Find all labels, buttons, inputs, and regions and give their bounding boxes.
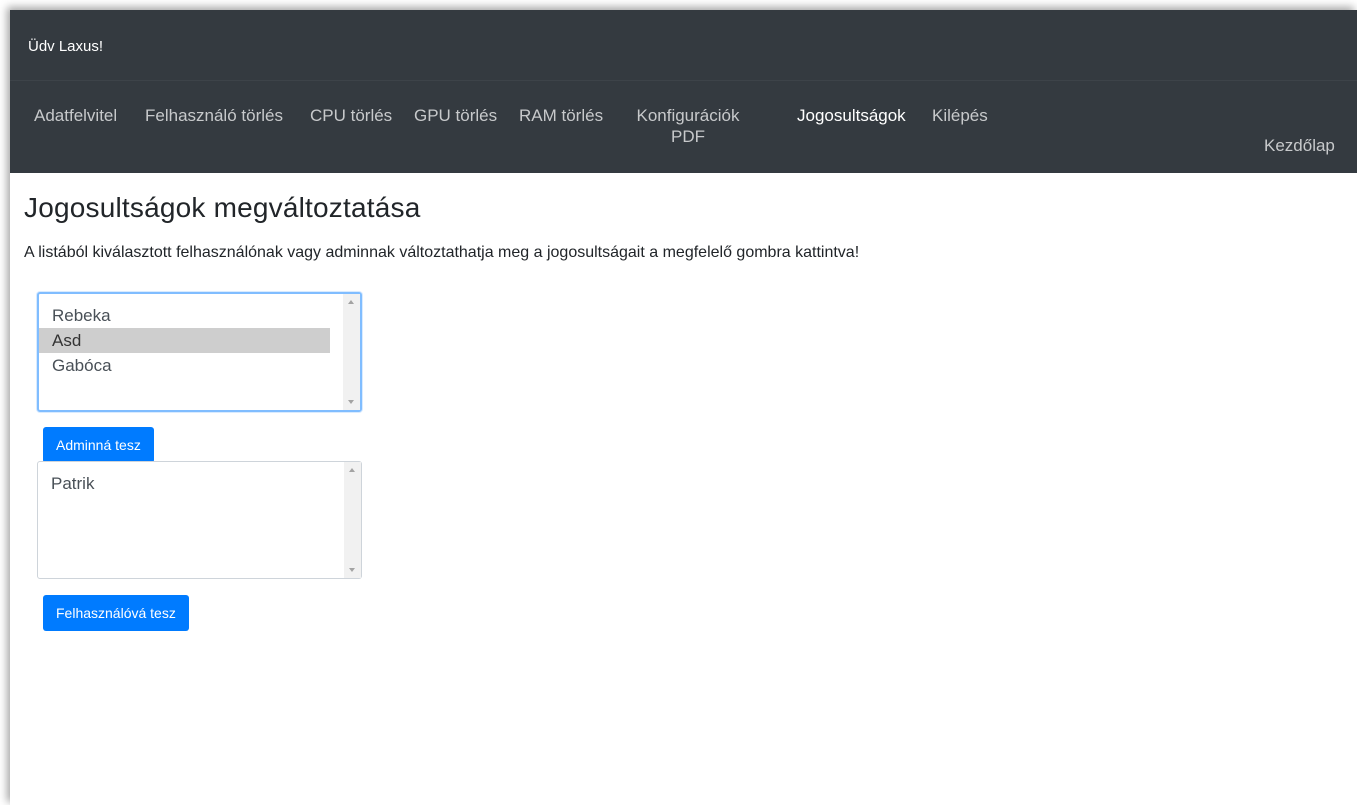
list-item[interactable]: Rebeka <box>39 303 330 328</box>
page-description: A listából kiválasztott felhasználónak v… <box>24 244 860 261</box>
nav-item-kilepes[interactable]: Kilépés <box>932 105 988 126</box>
list-item[interactable]: Patrik <box>38 471 331 496</box>
page-title: Jogosultságok megváltoztatása <box>24 192 421 223</box>
users-listbox[interactable]: Rebeka Asd Gabóca <box>37 292 362 412</box>
nav-item-adatfelvitel[interactable]: Adatfelvitel <box>34 105 117 126</box>
nav-item-ram-torles[interactable]: RAM törlés <box>519 105 603 126</box>
nav-item-cpu-torles[interactable]: CPU törlés <box>310 105 392 126</box>
scroll-up-arrow-icon[interactable] <box>349 468 355 472</box>
scroll-up-arrow-icon[interactable] <box>348 300 354 304</box>
scroll-down-arrow-icon[interactable] <box>349 568 355 572</box>
admins-listbox[interactable]: Patrik <box>37 461 362 579</box>
make-user-button[interactable]: Felhasználóvá tesz <box>43 595 189 631</box>
list-item[interactable]: Gabóca <box>39 353 330 378</box>
nav-item-felhasznalo-torles[interactable]: Felhasználó törlés <box>145 105 283 126</box>
scroll-down-arrow-icon[interactable] <box>348 400 354 404</box>
nav-item-konfiguraciok-pdf[interactable]: Konfigurációk PDF <box>623 105 753 147</box>
make-admin-button[interactable]: Adminná tesz <box>43 427 154 463</box>
nav-item-gpu-torles[interactable]: GPU törlés <box>414 105 497 126</box>
top-bar: Üdv Laxus! <box>10 10 1357 81</box>
users-listbox-scrollbar[interactable] <box>343 294 360 410</box>
list-item-selected[interactable]: Asd <box>39 328 330 353</box>
main-navbar: Adatfelvitel Felhasználó törlés CPU törl… <box>10 80 1357 173</box>
app-window: Üdv Laxus! Adatfelvitel Felhasználó törl… <box>10 10 1357 805</box>
nav-item-jogosultsagok[interactable]: Jogosultságok <box>797 105 906 126</box>
greeting-text: Üdv Laxus! <box>28 38 104 55</box>
nav-item-kezdolap[interactable]: Kezdőlap <box>1264 135 1335 156</box>
admins-listbox-scrollbar[interactable] <box>344 462 361 578</box>
